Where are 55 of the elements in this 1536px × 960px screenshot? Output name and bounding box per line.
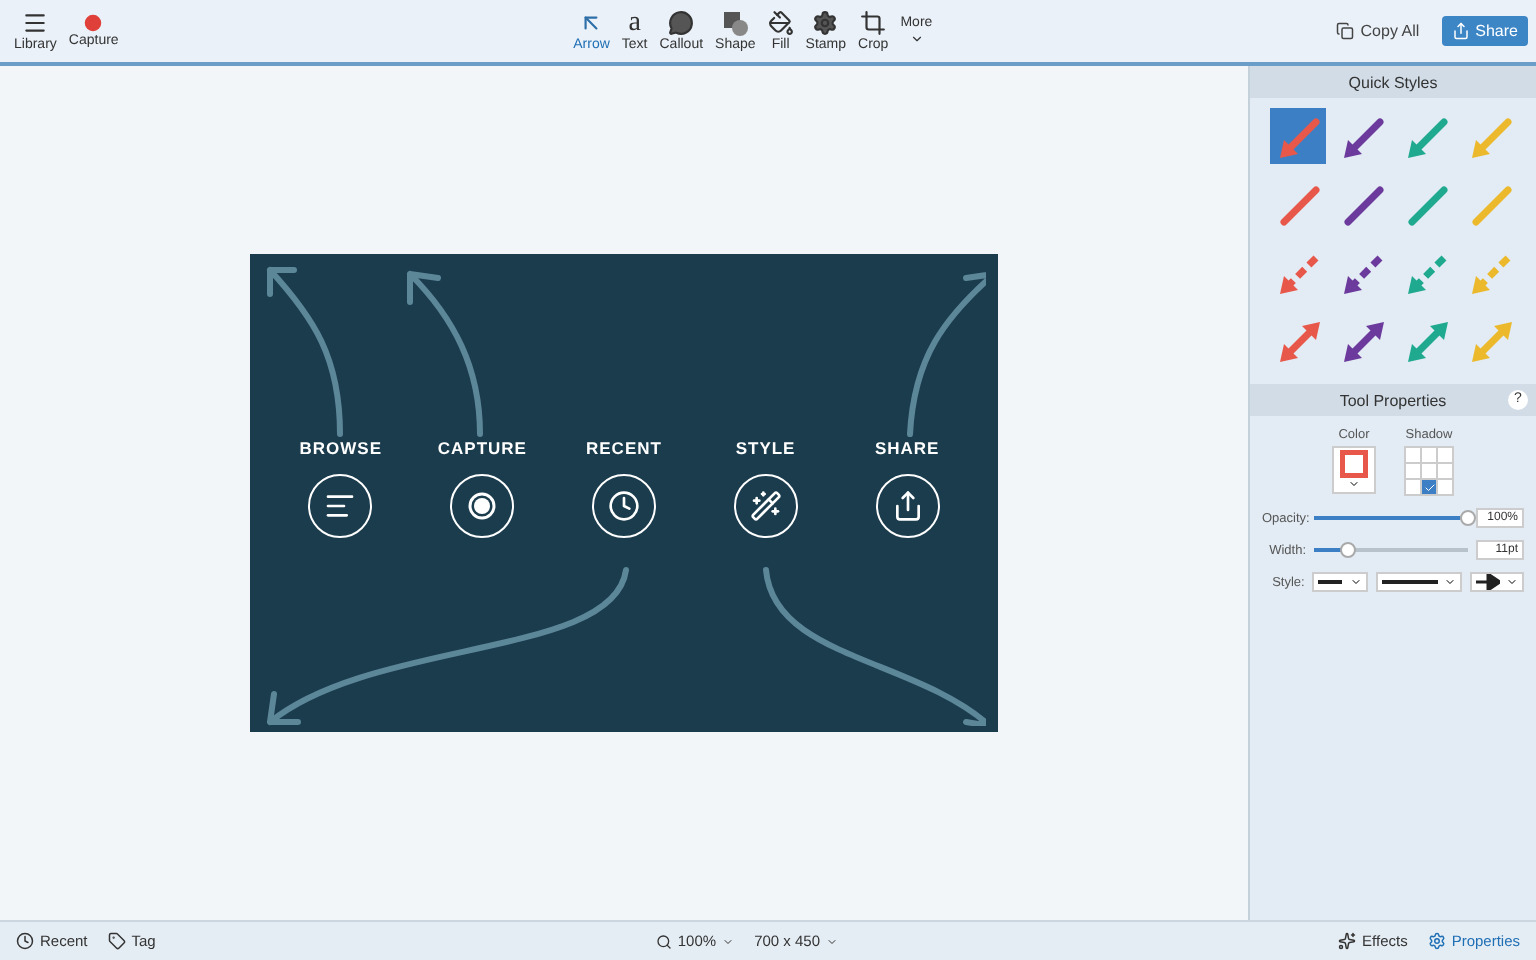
shadow-cell[interactable] <box>1422 480 1436 494</box>
check-icon <box>1423 481 1435 493</box>
magic-wand-icon <box>1338 932 1357 950</box>
slider-thumb[interactable] <box>1460 510 1476 526</box>
shadow-grid[interactable] <box>1404 446 1454 496</box>
card-label: CAPTURE <box>437 438 527 458</box>
menu-icon <box>22 10 49 36</box>
badge-icon <box>812 10 839 36</box>
magic-wand-icon <box>749 490 782 522</box>
copy-all-button[interactable]: Copy All <box>1326 16 1430 46</box>
paint-bucket-icon <box>767 10 794 36</box>
arrow-end-dropdown[interactable] <box>1469 572 1524 592</box>
caret-icon <box>1348 478 1360 490</box>
shadow-cell[interactable] <box>1422 448 1436 462</box>
search-icon <box>655 933 672 949</box>
panel-title: Quick Styles <box>1250 66 1536 98</box>
shadow-cell[interactable] <box>1406 480 1420 494</box>
record-icon <box>84 14 103 32</box>
line-icon <box>1381 578 1438 586</box>
caret-icon <box>1505 576 1518 588</box>
crop-icon <box>860 10 887 36</box>
card-label: RECENT <box>586 438 662 458</box>
shapes-icon <box>722 10 749 36</box>
shadow-cell[interactable] <box>1422 464 1436 478</box>
card-label: BROWSE <box>299 438 383 458</box>
gear-icon <box>1427 932 1446 950</box>
caret-icon <box>826 935 839 947</box>
line-icon <box>1318 578 1343 586</box>
caret-icon <box>1443 576 1456 588</box>
arrow-icon <box>1475 574 1500 590</box>
line-style-dropdown[interactable] <box>1312 572 1368 592</box>
card-label: SHARE <box>874 438 940 458</box>
color-picker[interactable] <box>1332 446 1376 494</box>
caret-icon <box>722 935 735 947</box>
clock-icon <box>16 932 34 950</box>
share-button[interactable]: Share <box>1441 16 1528 46</box>
shadow-cell[interactable] <box>1406 464 1420 478</box>
caret-icon <box>909 32 924 46</box>
tag-icon <box>107 932 126 950</box>
slider-thumb[interactable] <box>1339 542 1356 558</box>
share-icon <box>1451 22 1470 40</box>
line-width-dropdown[interactable] <box>1375 572 1462 592</box>
caret-icon <box>1349 576 1362 588</box>
share-icon <box>891 490 924 522</box>
shadow-cell[interactable] <box>1438 480 1452 494</box>
shadow-cell[interactable] <box>1438 464 1452 478</box>
record-icon <box>466 490 499 522</box>
shadow-cell[interactable] <box>1438 448 1452 462</box>
shadow-cell[interactable] <box>1406 448 1420 462</box>
copy-icon <box>1336 22 1355 40</box>
speech-bubble-icon <box>668 10 695 36</box>
card-label: STYLE <box>735 438 796 458</box>
text-tool-glyph: a <box>628 10 641 36</box>
clock-icon <box>607 490 640 522</box>
lines-icon <box>324 490 357 522</box>
